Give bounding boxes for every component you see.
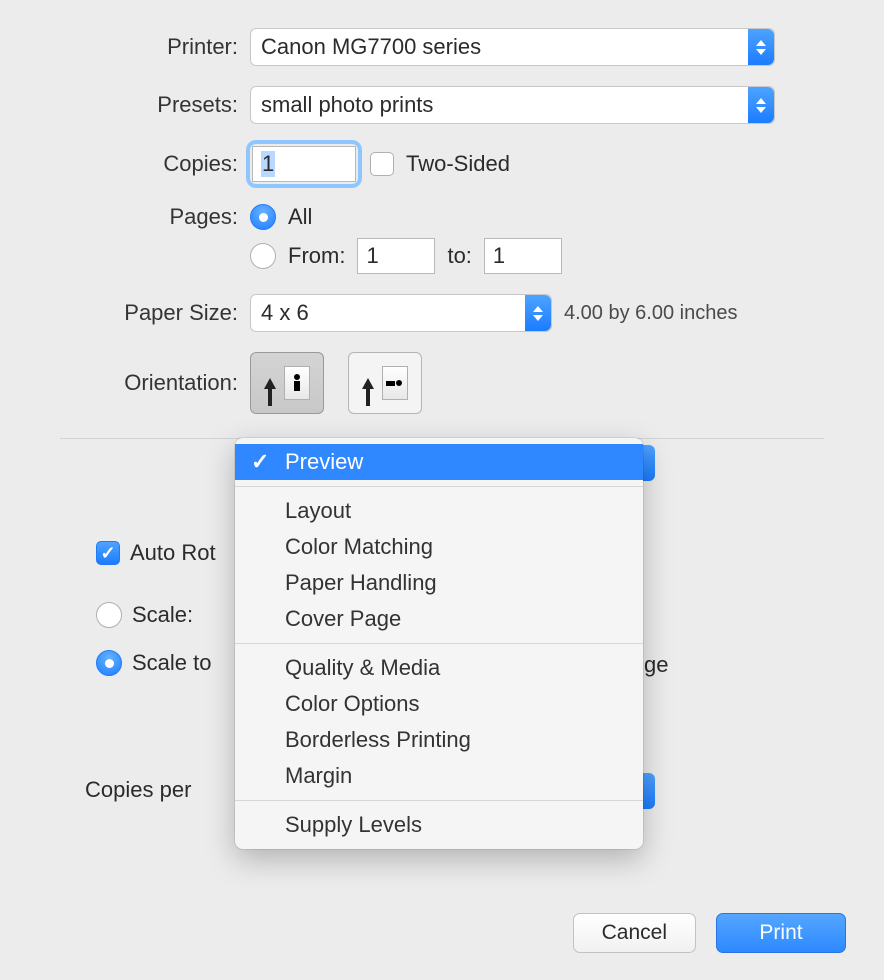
- pages-all-label: All: [288, 204, 312, 230]
- menu-item-paper-handling[interactable]: Paper Handling: [235, 565, 643, 601]
- copies-focus-ring: 1: [250, 144, 358, 184]
- copies-value: 1: [261, 151, 275, 177]
- pages-from-field[interactable]: 1: [357, 238, 435, 274]
- menu-item-color-options[interactable]: Color Options: [235, 686, 643, 722]
- feature-dropdown-menu: Preview Layout Color Matching Paper Hand…: [235, 438, 643, 849]
- pages-from-value: 1: [366, 243, 378, 269]
- pages-all-radio[interactable]: [250, 204, 276, 230]
- menu-item-quality-media[interactable]: Quality & Media: [235, 650, 643, 686]
- scale-label: Scale:: [132, 602, 193, 628]
- arrow-up-icon: [362, 378, 374, 389]
- paper-size-detail: 4.00 by 6.00 inches: [564, 302, 737, 325]
- arrow-up-icon: [264, 378, 276, 389]
- updown-icon: [748, 87, 774, 123]
- page-landscape-icon: [382, 366, 408, 400]
- printer-label: Printer:: [0, 34, 250, 60]
- menu-item-borderless[interactable]: Borderless Printing: [235, 722, 643, 758]
- copies-label: Copies:: [0, 151, 250, 177]
- menu-item-cover-page[interactable]: Cover Page: [235, 601, 643, 637]
- copies-per-label: Copies per: [85, 777, 191, 803]
- menu-item-preview[interactable]: Preview: [235, 444, 643, 480]
- pages-from-label: From:: [288, 243, 345, 269]
- scale-to-radio[interactable]: [96, 650, 122, 676]
- pages-to-label: to:: [447, 243, 471, 269]
- menu-item-layout[interactable]: Layout: [235, 493, 643, 529]
- two-sided-label: Two-Sided: [406, 151, 510, 177]
- orientation-landscape[interactable]: [348, 352, 422, 414]
- presets-label: Presets:: [0, 92, 250, 118]
- presets-value: small photo prints: [261, 92, 433, 118]
- scale-radio[interactable]: [96, 602, 122, 628]
- scale-to-suffix: ge: [644, 652, 668, 678]
- cancel-button[interactable]: Cancel: [573, 913, 696, 953]
- auto-rotate-checkbox[interactable]: [96, 541, 120, 565]
- paper-size-value: 4 x 6: [261, 300, 309, 326]
- presets-popup[interactable]: small photo prints: [250, 86, 775, 124]
- pages-range-radio[interactable]: [250, 243, 276, 269]
- print-button[interactable]: Print: [716, 913, 846, 953]
- orientation-label: Orientation:: [0, 370, 250, 396]
- paper-size-label: Paper Size:: [0, 300, 250, 326]
- pages-to-value: 1: [493, 243, 505, 269]
- auto-rotate-label: Auto Rot: [130, 540, 216, 566]
- updown-icon: [748, 29, 774, 65]
- copies-field[interactable]: 1: [252, 146, 356, 182]
- pages-label: Pages:: [0, 204, 250, 230]
- updown-icon: [525, 295, 551, 331]
- page-portrait-icon: [284, 366, 310, 400]
- paper-size-popup[interactable]: 4 x 6: [250, 294, 552, 332]
- printer-popup[interactable]: Canon MG7700 series: [250, 28, 775, 66]
- scale-to-label: Scale to: [132, 650, 212, 676]
- pages-to-field[interactable]: 1: [484, 238, 562, 274]
- menu-item-color-matching[interactable]: Color Matching: [235, 529, 643, 565]
- two-sided-checkbox[interactable]: [370, 152, 394, 176]
- menu-item-margin[interactable]: Margin: [235, 758, 643, 794]
- menu-item-supply-levels[interactable]: Supply Levels: [235, 807, 643, 843]
- orientation-portrait[interactable]: [250, 352, 324, 414]
- printer-value: Canon MG7700 series: [261, 34, 481, 60]
